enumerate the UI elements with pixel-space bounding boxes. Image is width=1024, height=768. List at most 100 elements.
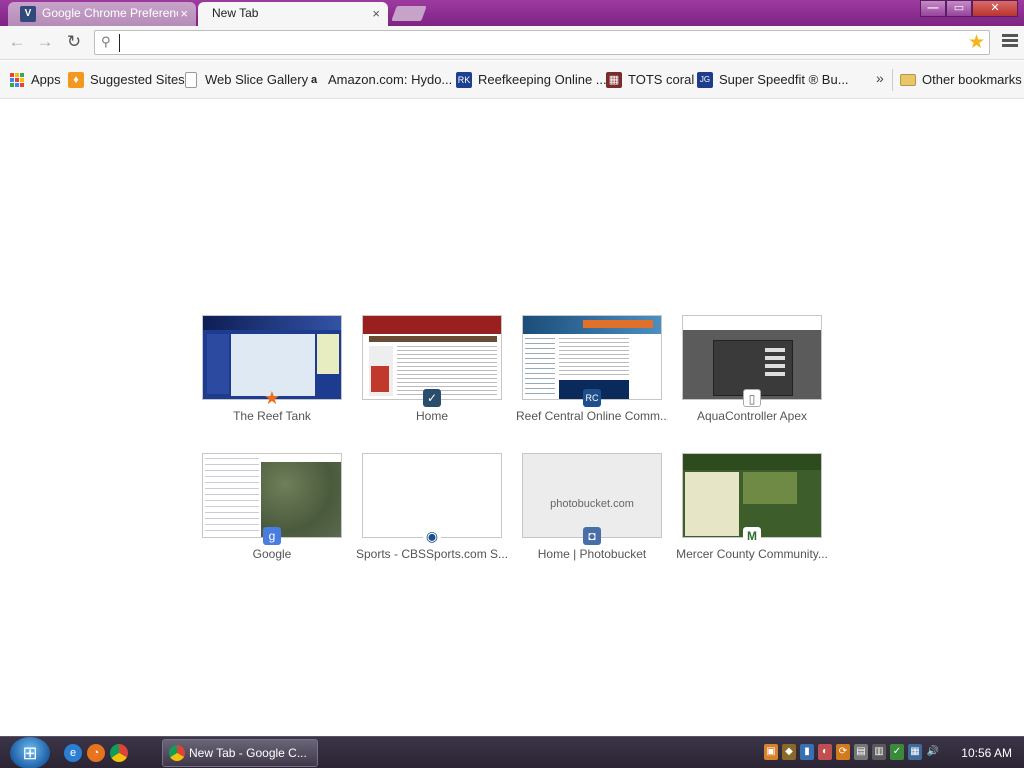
tray-app-icon[interactable]: ⟳ [836, 744, 850, 760]
speedfit-icon: JG [697, 72, 713, 88]
chrome-icon [169, 745, 185, 761]
tray-app-icon[interactable]: ◆ [782, 744, 796, 760]
tab-title: Google Chrome Preferences [42, 6, 178, 20]
start-button[interactable]: ⊞ [10, 737, 50, 768]
bookmark-label: Apps [31, 72, 61, 87]
site-thumbnail[interactable]: photobucket.com [522, 453, 662, 538]
tab-chrome-preferences[interactable]: V Google Chrome Preferences × [8, 2, 196, 26]
bookmark-label: Super Speedfit ® Bu... [719, 72, 849, 87]
safely-remove-icon[interactable]: ✓ [890, 744, 904, 760]
new-tab-page: ★ The Reef Tank ✓ Home RC Reef Central O… [0, 100, 1024, 736]
internet-explorer-icon[interactable]: e [64, 744, 82, 762]
most-visited-tile[interactable]: photobucket.com ◘ Home | Photobucket [522, 453, 662, 563]
bookmark-apps[interactable]: Apps [9, 71, 61, 89]
volume-icon[interactable]: 🔊 [926, 744, 940, 760]
new-tab-button[interactable] [391, 6, 427, 21]
browser-toolbar: ← → ↻ ⚲ ★ [0, 26, 1024, 60]
taskbar-window-label: New Tab - Google C... [189, 746, 307, 760]
reef-central-favicon-icon: RC [583, 389, 601, 407]
tray-app-icon[interactable]: ▥ [872, 744, 886, 760]
bookmark-other-bookmarks[interactable]: Other bookmarks [900, 71, 1022, 89]
network-icon[interactable]: ▦ [908, 744, 922, 760]
most-visited-tile[interactable]: g Google [202, 453, 342, 563]
site-thumbnail[interactable] [682, 315, 822, 400]
suggested-sites-icon: ♦ [68, 72, 84, 88]
maximize-button[interactable]: ▭ [946, 0, 972, 17]
site-thumbnail[interactable] [362, 315, 502, 400]
tile-title: Google [252, 547, 292, 561]
tab-new-tab[interactable]: New Tab × [198, 2, 388, 26]
thumbnail-text: photobucket.com [550, 498, 634, 510]
most-visited-tile[interactable]: M Mercer County Community... [676, 453, 828, 563]
tab-title: New Tab [212, 6, 259, 20]
mercer-favicon-icon: M [743, 527, 761, 545]
tray-app-icon[interactable]: ▤ [854, 744, 868, 760]
bookmark-suggested-sites[interactable]: ♦ Suggested Sites [68, 71, 185, 89]
tile-title: Sports - CBSSports.com S... [356, 547, 508, 561]
camera-favicon-icon: ◘ [583, 527, 601, 545]
apps-grid-icon [9, 72, 25, 88]
starfish-favicon-icon: ★ [263, 388, 281, 408]
tile-title: The Reef Tank [233, 409, 311, 423]
bookmark-label: Suggested Sites [90, 72, 185, 87]
tile-title: Mercer County Community... [676, 547, 828, 561]
bookmarks-bar: Apps ♦ Suggested Sites Web Slice Gallery… [0, 61, 1024, 99]
most-visited-tile[interactable]: ◉ Sports - CBSSports.com S... [356, 453, 508, 563]
address-input[interactable] [119, 34, 959, 52]
bookmark-tots-coral[interactable]: ▦ TOTS coral [606, 71, 694, 89]
folder-icon [900, 74, 916, 86]
close-window-button[interactable]: ✕ [972, 0, 1018, 17]
bookmark-label: Other bookmarks [922, 72, 1022, 87]
reload-button[interactable]: ↻ [63, 31, 85, 53]
tray-app-icon[interactable]: ◐ [818, 744, 832, 760]
bookmark-label: Amazon.com: Hydo... [328, 72, 453, 87]
most-visited-tile[interactable]: ★ The Reef Tank [202, 315, 342, 425]
checkmark-favicon-icon: ✓ [423, 389, 441, 407]
site-thumbnail[interactable] [682, 453, 822, 538]
bookmarks-divider [892, 69, 893, 91]
cbs-eye-favicon-icon: ◉ [423, 527, 441, 545]
minimize-button[interactable]: — [920, 0, 946, 17]
system-tray: ▣ ◆ ▮ ◐ ⟳ ▤ ▥ ✓ ▦ 🔊 [764, 744, 940, 760]
chrome-menu-button[interactable] [1002, 34, 1018, 49]
tab-strip: V Google Chrome Preferences × New Tab × … [0, 0, 1024, 26]
system-clock[interactable]: 10:56 AM [961, 737, 1012, 768]
bookmark-star-icon[interactable]: ★ [968, 31, 985, 54]
page-icon [185, 72, 197, 88]
bookmark-label: Web Slice Gallery [205, 72, 309, 87]
site-thumbnail[interactable] [362, 453, 502, 538]
tile-title: Reef Central Online Comm... [516, 409, 668, 423]
tray-app-icon[interactable]: ▮ [800, 744, 814, 760]
close-tab-icon[interactable]: × [180, 2, 188, 26]
reefkeeping-icon: RK [456, 72, 472, 88]
window-controls: — ▭ ✕ [920, 0, 1018, 18]
page-favicon-icon: ▯ [743, 389, 761, 407]
tray-app-icon[interactable]: ▣ [764, 744, 778, 760]
bookmark-web-slice-gallery[interactable]: Web Slice Gallery [183, 71, 308, 89]
tots-icon: ▦ [606, 72, 622, 88]
amazon-icon: a [310, 74, 318, 86]
bookmark-label: TOTS coral [628, 72, 695, 87]
bookmark-super-speedfit[interactable]: JG Super Speedfit ® Bu... [697, 71, 849, 89]
most-visited-tile[interactable]: ▯ AquaController Apex [682, 315, 822, 425]
bookmark-reefkeeping[interactable]: RK Reefkeeping Online ... [456, 71, 607, 89]
search-icon: ⚲ [101, 34, 111, 49]
tile-title: Home [415, 409, 448, 423]
close-tab-icon[interactable]: × [372, 2, 380, 26]
site-thumbnail[interactable] [522, 315, 662, 400]
taskbar-chrome-window[interactable]: New Tab - Google C... [162, 739, 318, 767]
tile-title: Home | Photobucket [537, 547, 647, 561]
omnibox[interactable]: ⚲ ★ [94, 30, 990, 55]
most-visited-tile[interactable]: RC Reef Central Online Comm... [516, 315, 668, 425]
forward-button[interactable]: → [34, 31, 56, 53]
most-visited-tile[interactable]: ✓ Home [362, 315, 502, 425]
windows-taskbar: ⊞ e ◔ New Tab - Google C... ▣ ◆ ▮ ◐ ⟳ ▤ … [0, 736, 1024, 768]
chrome-icon[interactable] [110, 744, 128, 762]
site-thumbnail[interactable] [202, 453, 342, 538]
back-button[interactable]: ← [6, 31, 28, 53]
bookmark-label: Reefkeeping Online ... [478, 72, 607, 87]
bookmark-amazon[interactable]: a Amazon.com: Hydo... [306, 71, 452, 89]
vmware-favicon-icon: V [20, 6, 36, 22]
more-bookmarks-chevron-icon[interactable]: » [876, 70, 884, 86]
firefox-icon[interactable]: ◔ [87, 744, 105, 762]
